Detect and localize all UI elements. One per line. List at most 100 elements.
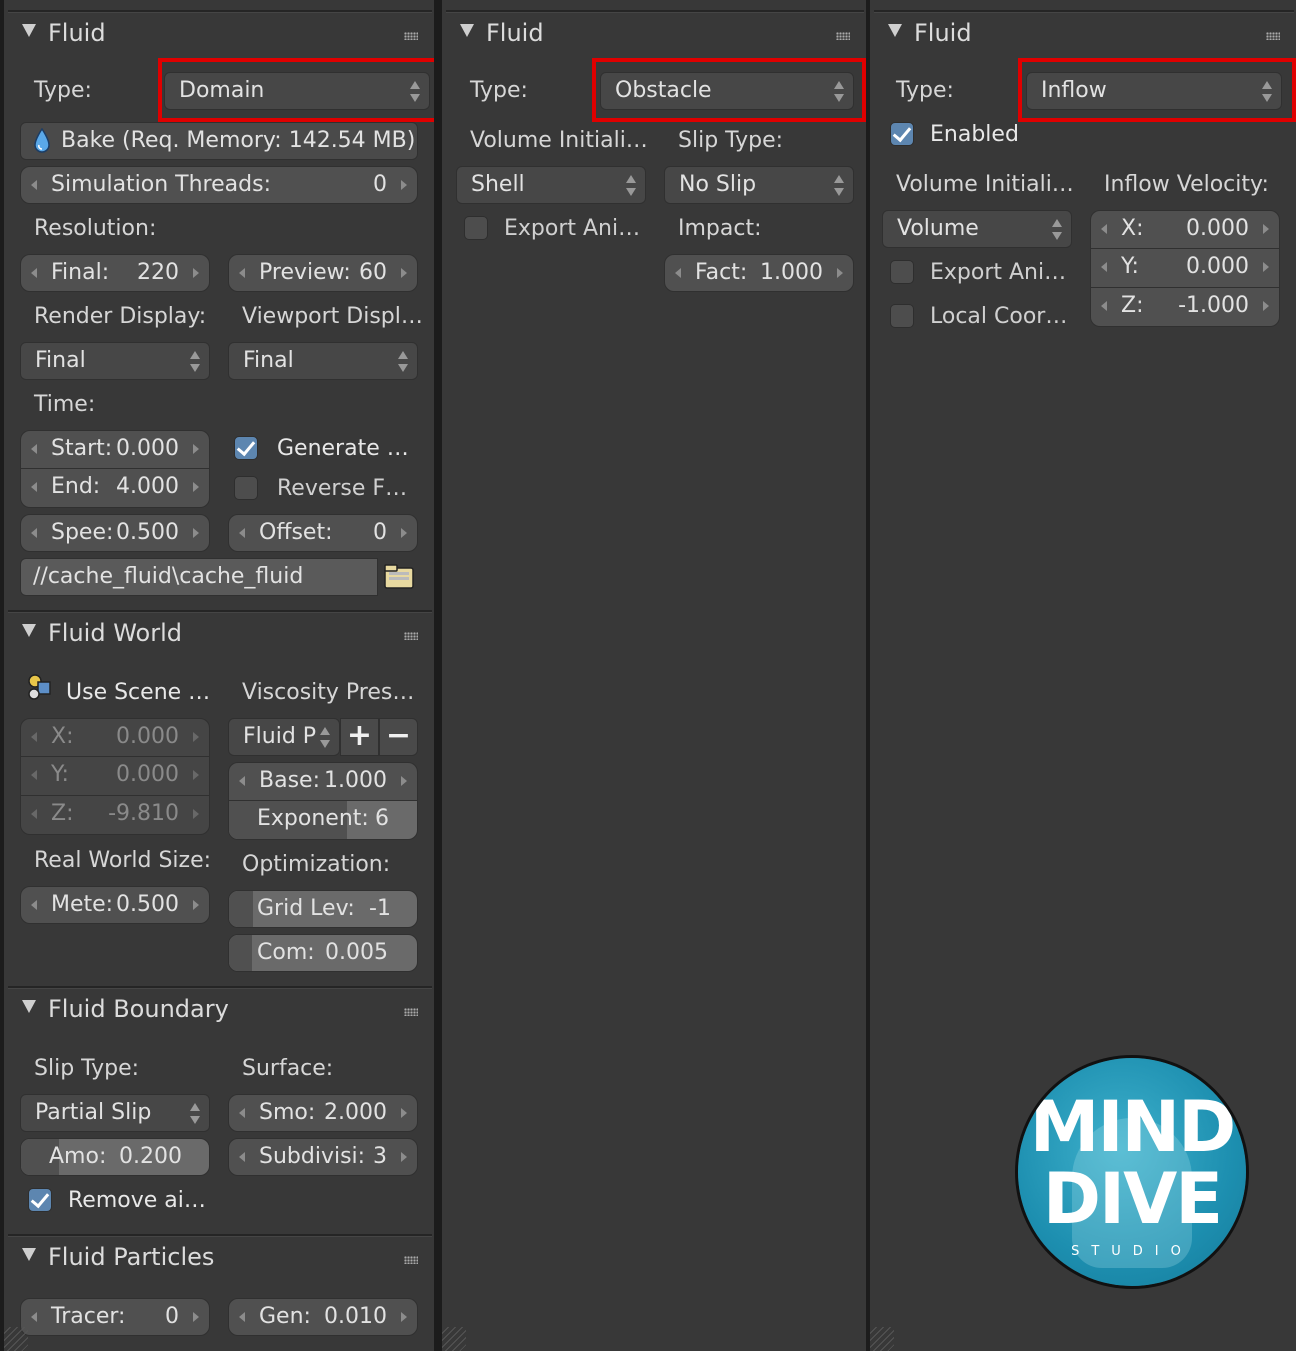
inflow-velocity-z-field[interactable]: Z: -1.000 [1090,288,1280,327]
decrement-arrow-icon[interactable] [31,180,37,190]
start-time-field[interactable]: Start: 0.000 [20,430,210,469]
volume-init-dropdown[interactable]: Shell [456,166,646,204]
field-label: Start: [51,436,113,461]
decrement-arrow-icon[interactable] [31,444,37,454]
viscosity-base-field[interactable]: Base: 1.000 [228,762,418,801]
viewport-display-dropdown[interactable]: Final [228,342,418,380]
export-animated-mesh-checkbox[interactable] [464,216,488,240]
increment-arrow-icon[interactable] [401,268,407,278]
panel-header-fluid-boundary[interactable]: Fluid Boundary [8,988,430,1032]
slip-amount-slider[interactable]: Amo: 0.200 [20,1138,210,1176]
decrement-arrow-icon[interactable] [31,528,37,538]
panel-header-fluid-world[interactable]: Fluid World [8,612,430,656]
updown-arrows-icon [320,725,330,751]
increment-arrow-icon[interactable] [193,482,199,492]
remove-preset-button[interactable]: − [379,718,418,756]
increment-arrow-icon[interactable] [401,528,407,538]
decrement-arrow-icon[interactable] [239,1312,245,1322]
enabled-checkbox[interactable] [890,122,914,146]
offset-field[interactable]: Offset: 0 [228,514,418,552]
subdivisions-field[interactable]: Subdivisi: 3 [228,1138,418,1176]
simulation-threads-field[interactable]: Simulation Threads: 0 [20,166,418,204]
preview-resolution-field[interactable]: Preview: 60 [228,254,418,292]
increment-arrow-icon[interactable] [193,444,199,454]
folder-browse-button[interactable] [380,558,418,596]
real-world-meters-field[interactable]: Mete: 0.500 [20,886,210,924]
decrement-arrow-icon[interactable] [1101,301,1107,311]
end-time-field[interactable]: End: 4.000 [20,469,210,508]
render-display-dropdown[interactable]: Final [20,342,210,380]
drag-grip-icon[interactable] [404,32,418,40]
final-resolution-field[interactable]: Final: 220 [20,254,210,292]
slip-type-dropdown[interactable]: Partial Slip [20,1094,210,1132]
tracer-particles-field[interactable]: Tracer: 0 [20,1298,210,1336]
impact-factor-field[interactable]: Fact: 1.000 [664,254,854,292]
decrement-arrow-icon[interactable] [239,1108,245,1118]
decrement-arrow-icon[interactable] [1101,224,1107,234]
panel-header-fluid[interactable]: Fluid [874,12,1292,56]
decrement-arrow-icon[interactable] [31,268,37,278]
collapse-triangle-icon[interactable] [22,24,36,37]
decrement-arrow-icon[interactable] [239,1152,245,1162]
collapse-triangle-icon[interactable] [22,1248,36,1261]
local-coordinates-checkbox[interactable] [890,304,914,328]
surface-smoothing-field[interactable]: Smo: 2.000 [228,1094,418,1132]
increment-arrow-icon[interactable] [837,268,843,278]
generate-speed-vectors-checkbox[interactable] [234,436,258,460]
drag-grip-icon[interactable] [404,1008,418,1016]
decrement-arrow-icon[interactable] [31,900,37,910]
scene-icon [28,674,51,700]
increment-arrow-icon[interactable] [193,268,199,278]
bake-button[interactable]: Bake (Req. Memory: 142.54 MB) [20,122,418,160]
increment-arrow-icon[interactable] [1263,262,1269,272]
collapse-triangle-icon[interactable] [460,24,474,37]
decrement-arrow-icon[interactable] [31,482,37,492]
speed-field[interactable]: Spee: 0.500 [20,514,210,552]
decrement-arrow-icon[interactable] [239,268,245,278]
cache-path-input[interactable]: //cache_fluid\cache_fluid [20,558,378,596]
grid-levels-slider[interactable]: Grid Lev: -1 [228,890,418,928]
drag-grip-icon[interactable] [404,632,418,640]
inflow-velocity-y-field[interactable]: Y: 0.000 [1090,249,1280,288]
reverse-frames-checkbox[interactable] [234,476,258,500]
decrement-arrow-icon[interactable] [239,776,245,786]
decrement-arrow-icon[interactable] [239,528,245,538]
increment-arrow-icon[interactable] [401,1312,407,1322]
drag-grip-icon[interactable] [1266,32,1280,40]
increment-arrow-icon[interactable] [401,1152,407,1162]
add-preset-button[interactable]: + [340,718,379,756]
panel-header-fluid[interactable]: Fluid [446,12,862,56]
remove-air-bubbles-checkbox[interactable] [28,1188,52,1212]
decrement-arrow-icon[interactable] [31,1312,37,1322]
resize-corner-icon[interactable] [442,1327,466,1351]
drag-grip-icon[interactable] [404,1256,418,1264]
increment-arrow-icon[interactable] [401,776,407,786]
decrement-arrow-icon[interactable] [1101,262,1107,272]
resize-corner-icon[interactable] [4,1327,28,1351]
increment-arrow-icon[interactable] [1263,224,1269,234]
updown-arrows-icon [834,173,844,199]
increment-arrow-icon[interactable] [193,528,199,538]
increment-arrow-icon[interactable] [193,900,199,910]
export-animated-mesh-checkbox[interactable] [890,260,914,284]
viscosity-preset-dropdown[interactable]: Fluid P [228,718,340,756]
increment-arrow-icon[interactable] [1263,301,1269,311]
decrement-arrow-icon[interactable] [675,268,681,278]
panel-header-fluid-particles[interactable]: Fluid Particles [8,1236,430,1280]
panel-header-fluid[interactable]: Fluid [8,12,430,56]
collapse-triangle-icon[interactable] [22,624,36,637]
properties-column-domain: Fluid Type: Domain Bake (Req. Memory: 14… [4,0,434,1351]
collapse-triangle-icon[interactable] [888,24,902,37]
inflow-velocity-x-field[interactable]: X: 0.000 [1090,210,1280,249]
increment-arrow-icon[interactable] [193,1312,199,1322]
collapse-triangle-icon[interactable] [22,1000,36,1013]
slip-type-dropdown[interactable]: No Slip [664,166,854,204]
generate-particles-field[interactable]: Gen: 0.010 [228,1298,418,1336]
compressibility-slider[interactable]: Com: 0.005 [228,934,418,972]
increment-arrow-icon[interactable] [401,1108,407,1118]
drag-grip-icon[interactable] [836,32,850,40]
resize-corner-icon[interactable] [870,1327,894,1351]
increment-arrow-icon[interactable] [401,180,407,190]
viscosity-exponent-slider[interactable]: Exponent: 6 [228,801,418,840]
volume-init-dropdown[interactable]: Volume [882,210,1072,248]
